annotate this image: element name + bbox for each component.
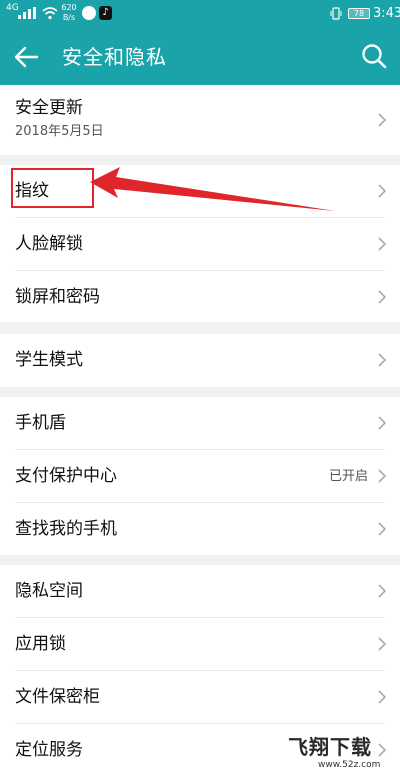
chevron-right-icon (378, 113, 387, 127)
search-icon[interactable] (358, 40, 390, 72)
watermark-logo: 飞翔下载 (288, 735, 372, 759)
list-item-label: 手机盾 (15, 413, 66, 433)
list-item-payment-protection[interactable]: 支付保护中心 已开启 (0, 450, 400, 502)
chevron-right-icon (378, 290, 387, 304)
list-item-app-lock[interactable]: 应用锁 (0, 618, 400, 670)
list-item-security-update[interactable]: 安全更新 2018年5月5日 (0, 85, 400, 155)
app-bar: 安全和隐私 (0, 28, 400, 85)
chevron-right-icon (378, 522, 387, 536)
chevron-right-icon (378, 469, 387, 483)
list-item-label: 人脸解锁 (15, 234, 83, 254)
list-item-label: 查找我的手机 (15, 519, 117, 539)
list-item-find-my-phone[interactable]: 查找我的手机 (0, 503, 400, 555)
chevron-right-icon (378, 237, 387, 251)
list-item-label: 锁屏和密码 (15, 287, 100, 307)
network-type-label: 4G (6, 3, 19, 13)
list-item-face-unlock[interactable]: 人脸解锁 (0, 218, 400, 270)
list-item-label: 应用锁 (15, 634, 66, 654)
list-item-student-mode[interactable]: 学生模式 (0, 334, 400, 387)
status-bar: 4G 620 B/s ♪ 78 3:43 (0, 0, 400, 28)
list-item-lock-screen[interactable]: 锁屏和密码 (0, 271, 400, 322)
chevron-right-icon (378, 690, 387, 704)
wifi-icon (42, 7, 58, 20)
list-item-phone-shield[interactable]: 手机盾 (0, 397, 400, 449)
section-security-update: 安全更新 2018年5月5日 (0, 85, 400, 155)
list-item-label: 支付保护中心 (15, 466, 117, 486)
watermark: 飞翔下载 www.52z.com (288, 733, 398, 775)
signal-strength-icon (18, 7, 36, 19)
list-item-label: 隐私空间 (15, 581, 83, 601)
arrow-left-icon[interactable] (10, 42, 42, 72)
list-item-label: 学生模式 (15, 350, 83, 370)
chevron-right-icon (378, 184, 387, 198)
status-value: 已开启 (328, 469, 368, 484)
vibrate-icon (330, 7, 342, 20)
chevron-right-icon (378, 584, 387, 598)
page-title: 安全和隐私 (62, 45, 167, 69)
list-item-label: 安全更新 (15, 98, 83, 118)
watermark-url: www.52z.com (318, 760, 381, 770)
section-phone-security: 手机盾 支付保护中心 已开启 查找我的手机 (0, 397, 400, 555)
list-item-label: 文件保密柜 (15, 687, 100, 707)
chevron-right-icon (378, 637, 387, 651)
chevron-right-icon (378, 416, 387, 430)
list-item-label: 定位服务 (15, 740, 83, 760)
list-item-subtitle: 2018年5月5日 (15, 124, 104, 139)
list-item-private-space[interactable]: 隐私空间 (0, 565, 400, 617)
tiktok-notification-icon: ♪ (99, 6, 112, 20)
network-speed: 620 B/s (61, 3, 77, 22)
annotation-arrow (90, 167, 335, 211)
notification-app-icon (82, 6, 96, 20)
battery-icon: 78 (348, 8, 370, 19)
chevron-right-icon (378, 353, 387, 367)
status-time: 3:43 (373, 6, 400, 21)
highlight-box (11, 168, 94, 208)
section-student: 学生模式 (0, 334, 400, 387)
list-item-file-safe[interactable]: 文件保密柜 (0, 671, 400, 723)
